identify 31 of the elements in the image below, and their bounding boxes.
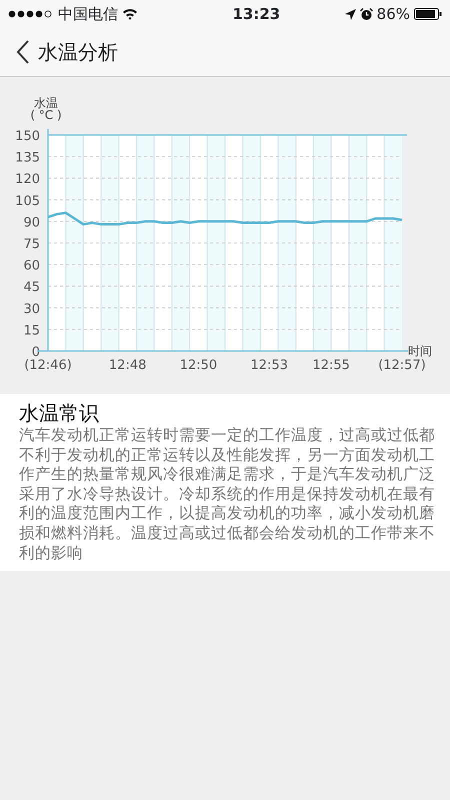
y-tick-label: 0 xyxy=(32,345,40,360)
section-title: 水温常识 xyxy=(19,400,100,426)
x-tick-label: 12:48 xyxy=(108,358,146,373)
wifi-icon xyxy=(122,8,138,20)
x-tick-label: 12:55 xyxy=(312,358,350,373)
y-tick-label: 45 xyxy=(23,280,40,296)
x-tick-label: (12:57) xyxy=(378,358,426,373)
y-tick-label: 30 xyxy=(23,302,40,317)
battery-icon xyxy=(414,8,442,20)
y-tick-label: 15 xyxy=(23,323,40,338)
x-tick-label: (12:46) xyxy=(24,358,72,373)
y-tick-label: 135 xyxy=(15,150,40,166)
y-tick-label: 105 xyxy=(15,194,40,209)
carrier-name: 中国电信 xyxy=(58,4,118,25)
location-arrow-icon xyxy=(344,8,356,20)
alarm-clock-icon xyxy=(360,8,373,20)
clock-time: 13:23 xyxy=(232,4,280,25)
y-tick-label: 90 xyxy=(23,215,40,230)
y-tick-label: 60 xyxy=(23,258,40,274)
x-tick-label: 12:53 xyxy=(250,358,288,373)
y-tick-label: 150 xyxy=(15,129,40,144)
battery-percent: 86% xyxy=(376,4,410,25)
y-tick-label: 75 xyxy=(23,237,40,252)
info-paragraph: 汽车发动机正常运转时需要一定的工作温度，过高或过低都不利于发动机的正常运转以及性能发挥，另一方面发动机工作产生的热量常规风冷很难满足需求，于是汽车发动机广泛采用了水冷导热设计。冷却系统的作用是保持发动机在最有利的温度范围内工作，以提高发动机的功率，减小发动机磨损和燃料消耗。温度过高或过低都会给发动机的工作带来不利的影响 xyxy=(19,426,436,564)
x-axis-title: 时间 xyxy=(408,344,432,358)
y-axis-title: 水温 ( °C ) xyxy=(30,96,62,122)
x-tick-label: 12:50 xyxy=(180,358,218,373)
back-icon[interactable] xyxy=(16,40,30,64)
page-title: 水温分析 xyxy=(38,39,118,66)
signal-icon xyxy=(8,10,54,18)
y-tick-label: 120 xyxy=(15,172,40,188)
